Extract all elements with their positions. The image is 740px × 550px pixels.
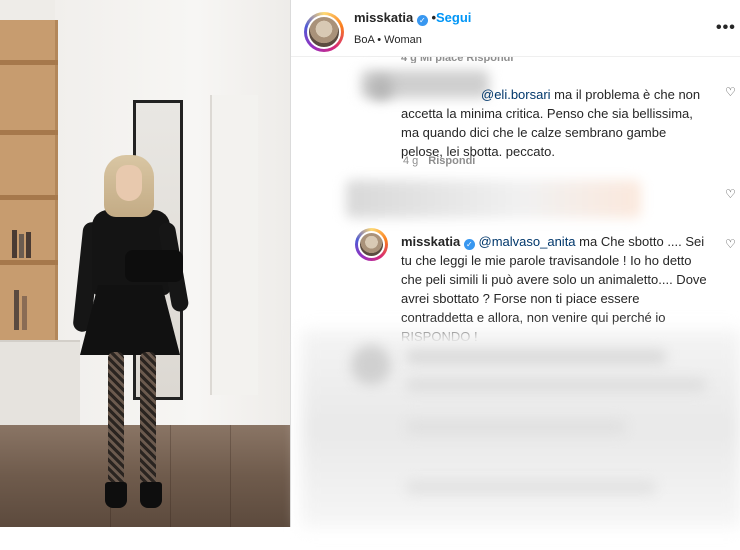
header-username[interactable]: misskatia ✓ •: [354, 10, 436, 26]
photo-person-leg: [108, 352, 124, 487]
reply-button[interactable]: Rispondi: [428, 155, 475, 167]
reply-username[interactable]: misskatia: [401, 234, 460, 249]
photo-door: [210, 95, 258, 395]
comment-meta-cut: 4 g Mi piace Rispondi: [401, 57, 514, 63]
comment-mention[interactable]: @eli.borsari: [481, 87, 551, 102]
reply-text: ma Che sbotto .... Sei tu che leggi le m…: [401, 234, 707, 344]
photo-person-shoe: [140, 482, 162, 508]
photo-person-leg: [140, 352, 156, 487]
blurred-line: [406, 378, 706, 392]
like-heart-icon[interactable]: ♡: [725, 85, 736, 99]
comment-time: 4 g: [403, 155, 419, 167]
blurred-line: [406, 350, 666, 364]
comment-text: ma il problema è che non accetta la mini…: [401, 87, 701, 159]
post-photo[interactable]: [0, 0, 290, 527]
blurred-line: [406, 420, 626, 434]
comments-panel: misskatia ✓ • Segui BoA • Woman ••• 4 g …: [290, 0, 740, 527]
photo-person-bag: [125, 250, 183, 282]
header-subtitle: BoA • Woman: [354, 34, 422, 46]
post-header: misskatia ✓ • Segui BoA • Woman •••: [291, 0, 740, 57]
header-username-text[interactable]: misskatia: [354, 10, 413, 25]
comment-meta: 4 g Rispondi: [403, 155, 475, 167]
blurred-avatar: [351, 345, 391, 385]
like-heart-icon[interactable]: ♡: [725, 237, 736, 251]
blurred-comment: [346, 180, 641, 218]
follow-button[interactable]: Segui: [436, 10, 471, 25]
verified-badge-icon: ✓: [463, 239, 475, 250]
blurred-line: [406, 480, 656, 494]
comment-body: @eli.borsari ma il problema è che non ac…: [401, 85, 709, 161]
reply-body: misskatia ✓ @malvaso_anita ma Che sbotto…: [401, 232, 715, 346]
like-heart-icon[interactable]: ♡: [725, 187, 736, 201]
photo-person-shoe: [105, 482, 127, 508]
blurred-avatar: [369, 76, 393, 100]
avatar[interactable]: [358, 231, 385, 258]
more-icon[interactable]: •••: [716, 19, 736, 37]
photo-bookshelf: [0, 20, 58, 340]
verified-badge-icon: ✓: [416, 15, 428, 26]
avatar[interactable]: [307, 15, 341, 49]
photo-person-face: [116, 165, 142, 201]
reply-mention[interactable]: @malvaso_anita: [479, 234, 576, 249]
